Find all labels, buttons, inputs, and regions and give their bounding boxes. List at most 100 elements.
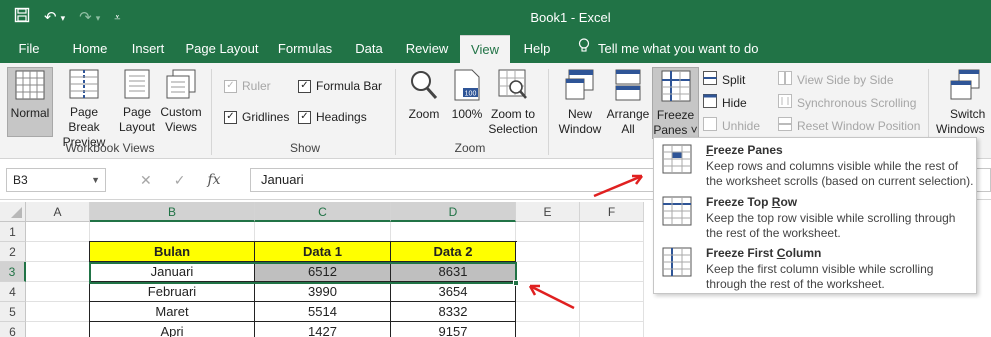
group-separator — [211, 69, 212, 155]
new-window-button[interactable]: New Window — [556, 69, 604, 137]
table-cell[interactable]: 1427 — [255, 322, 391, 337]
switch-windows-icon — [950, 69, 991, 105]
cell-a4[interactable] — [26, 282, 90, 302]
zoom-100-button[interactable]: 100 100% — [448, 69, 486, 122]
cancel-icon[interactable]: ✕ — [140, 172, 152, 189]
synchronous-scrolling-button[interactable]: Synchronous Scrolling — [778, 94, 916, 111]
cell-f3[interactable] — [580, 262, 644, 282]
fill-handle[interactable] — [513, 280, 519, 286]
tab-view[interactable]: View — [460, 35, 510, 63]
normal-view-button[interactable]: Normal — [7, 67, 53, 137]
split-button[interactable]: Split — [703, 71, 745, 88]
gridlines-checkbox[interactable]: ✓ Gridlines — [224, 110, 289, 124]
column-header-e[interactable]: E — [516, 202, 580, 222]
page-break-preview-button[interactable]: Page Break Preview — [54, 69, 114, 150]
page-layout-view-button[interactable]: Page Layout — [116, 69, 158, 135]
cell-a1[interactable] — [26, 222, 90, 242]
lightbulb-icon — [578, 35, 590, 63]
table-header-data-1[interactable]: Data 1 — [255, 242, 391, 262]
freeze-first-column-icon — [662, 247, 692, 280]
tab-insert[interactable]: Insert — [122, 35, 174, 63]
switch-windows-button[interactable]: Switch Windows — [934, 69, 991, 137]
table-cell[interactable]: 9157 — [391, 322, 516, 337]
tell-me-box[interactable]: Tell me what you want to do — [578, 35, 758, 63]
hide-icon — [703, 94, 717, 111]
cell-f6[interactable] — [580, 322, 644, 337]
zoom-to-selection-button[interactable]: Zoom to Selection — [486, 69, 540, 137]
cell-e1[interactable] — [516, 222, 580, 242]
name-box[interactable]: B3 ▼ — [6, 168, 106, 192]
column-header-f[interactable]: F — [580, 202, 644, 222]
cell-a6[interactable] — [26, 322, 90, 337]
menu-item-freeze-top-row[interactable]: Freeze Top Row Keep the top row visible … — [654, 190, 976, 240]
unhide-button[interactable]: Unhide — [703, 117, 760, 134]
column-header-b[interactable]: B — [90, 202, 255, 222]
group-label-workbook-views: Workbook Views — [65, 141, 155, 155]
formula-bar-check-icon: ✓ — [298, 79, 311, 93]
split-icon — [703, 71, 717, 88]
zoom-button[interactable]: Zoom — [404, 69, 444, 122]
arrange-all-icon — [604, 69, 652, 105]
cell-f1[interactable] — [580, 222, 644, 242]
row-header-3[interactable]: 3 — [0, 262, 26, 282]
table-cell[interactable]: Februari — [90, 282, 255, 302]
name-box-dropdown-icon[interactable]: ▼ — [91, 169, 100, 191]
row-header-2[interactable]: 2 — [0, 242, 26, 262]
tab-formulas[interactable]: Formulas — [274, 35, 336, 63]
column-header-c[interactable]: C — [255, 202, 391, 222]
table-cell[interactable]: Maret — [90, 302, 255, 322]
headings-checkbox[interactable]: ✓ Headings — [298, 110, 367, 124]
tab-home[interactable]: Home — [64, 35, 116, 63]
svg-text:100: 100 — [465, 91, 477, 98]
row-header-5[interactable]: 5 — [0, 302, 26, 322]
tab-file[interactable]: File — [8, 35, 50, 63]
cell-c1[interactable] — [255, 222, 391, 242]
select-all-button[interactable] — [0, 202, 26, 222]
table-cell[interactable]: 6512 — [255, 262, 391, 282]
cell-b1[interactable] — [90, 222, 255, 242]
row-header-1[interactable]: 1 — [0, 222, 26, 242]
tab-review[interactable]: Review — [400, 35, 454, 63]
freeze-panes-button[interactable]: Freeze Panes ˅ — [652, 67, 699, 139]
custom-views-icon — [158, 69, 204, 103]
row-header-4[interactable]: 4 — [0, 282, 26, 302]
cell-f4[interactable] — [580, 282, 644, 302]
reset-position-icon — [778, 117, 792, 134]
menu-item-freeze-panes[interactable]: Freeze Panes Keep rows and columns visib… — [654, 138, 976, 188]
view-side-by-side-button[interactable]: View Side by Side — [778, 71, 894, 88]
cell-a5[interactable] — [26, 302, 90, 322]
enter-icon[interactable]: ✓ — [174, 172, 186, 189]
table-cell[interactable]: Januari — [90, 262, 255, 282]
ruler-checkbox[interactable]: ✓ Ruler — [224, 79, 271, 93]
table-cell[interactable]: 8631 — [391, 262, 516, 282]
column-header-a[interactable]: A — [26, 202, 90, 222]
menu-item-freeze-first-column[interactable]: Freeze First Column Keep the first colum… — [654, 241, 976, 291]
tab-help[interactable]: Help — [516, 35, 558, 63]
row-header-6[interactable]: 6 — [0, 322, 26, 337]
page-break-icon — [54, 69, 114, 103]
table-cell[interactable]: 8332 — [391, 302, 516, 322]
table-cell[interactable]: 3990 — [255, 282, 391, 302]
formula-bar-checkbox[interactable]: ✓ Formula Bar — [298, 79, 382, 93]
table-cell[interactable]: 5514 — [255, 302, 391, 322]
tab-data[interactable]: Data — [346, 35, 392, 63]
insert-function-icon[interactable]: fx — [207, 172, 220, 189]
cell-e6[interactable] — [516, 322, 580, 337]
cell-e2[interactable] — [516, 242, 580, 262]
reset-window-position-button[interactable]: Reset Window Position — [778, 117, 920, 134]
cell-f2[interactable] — [580, 242, 644, 262]
cell-d1[interactable] — [391, 222, 516, 242]
table-cell[interactable]: Apri — [90, 322, 255, 337]
cell-a2[interactable] — [26, 242, 90, 262]
arrange-all-button[interactable]: Arrange All — [604, 69, 652, 137]
custom-views-button[interactable]: Custom Views — [158, 69, 204, 135]
table-header-bulan[interactable]: Bulan — [90, 242, 255, 262]
column-header-d[interactable]: D — [391, 202, 516, 222]
table-header-data-2[interactable]: Data 2 — [391, 242, 516, 262]
tab-page-layout[interactable]: Page Layout — [182, 35, 262, 63]
hide-button[interactable]: Hide — [703, 94, 747, 111]
table-cell[interactable]: 3654 — [391, 282, 516, 302]
cell-a3[interactable] — [26, 262, 90, 282]
headings-check-icon: ✓ — [298, 110, 311, 124]
cell-f5[interactable] — [580, 302, 644, 322]
